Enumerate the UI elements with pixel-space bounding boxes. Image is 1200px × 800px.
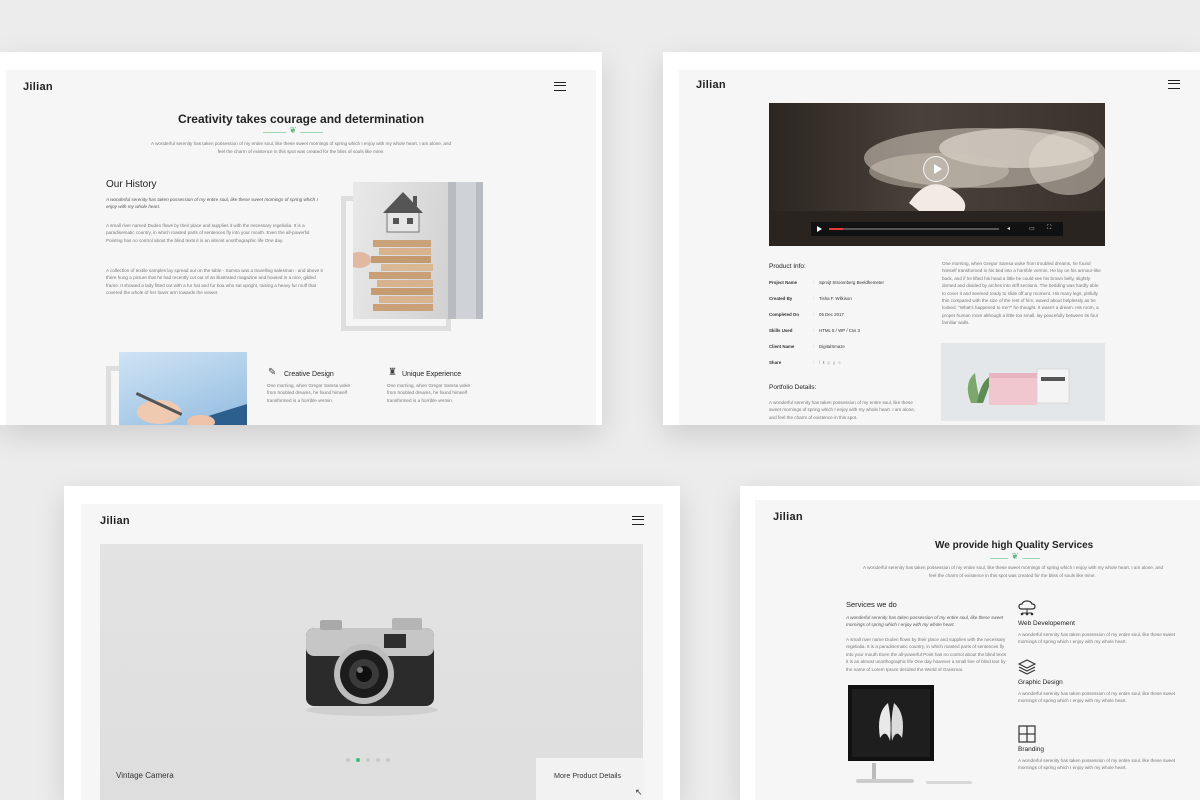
- house-jenga-image: [353, 182, 483, 319]
- slider-dot-4[interactable]: [376, 758, 380, 762]
- creative-design-icon: ✎: [268, 367, 277, 378]
- portfolio-details-text: A wonderful serenity has taken possessio…: [769, 400, 916, 420]
- fullscreen-icon[interactable]: ⛶: [1047, 225, 1051, 232]
- ornament-divider: [990, 554, 1040, 562]
- service-web-development-title: Web Developement: [1018, 620, 1075, 627]
- brand-logo[interactable]: Jilian: [23, 81, 53, 93]
- slider-dot-3[interactable]: [366, 758, 370, 762]
- about-page-card: Jilian Creativity takes courage and dete…: [0, 52, 602, 425]
- skype-icon[interactable]: s: [838, 360, 843, 365]
- slider-dot-1[interactable]: [346, 758, 350, 762]
- service-graphic-design: Graphic Design A wonderful serenity has …: [1018, 659, 1188, 707]
- info-row-skills-used: Skills Used: HTML 5 / WP / Css 3: [769, 328, 860, 333]
- menu-icon[interactable]: [632, 516, 644, 525]
- project-page-card: Jilian ◂ ▭ ⛶ Product Info: Project Name …: [663, 52, 1200, 425]
- packaging-image: [941, 343, 1105, 421]
- menu-icon[interactable]: [554, 82, 566, 91]
- slide-caption: Vintage Camera: [116, 771, 174, 780]
- info-row-created-by: Created By: Tisha F. Wilkison: [769, 296, 852, 301]
- more-product-details-button[interactable]: More Product Details ↖: [536, 758, 643, 800]
- tablet-hands-image: [119, 352, 247, 425]
- video-player[interactable]: ◂ ▭ ⛶: [769, 103, 1105, 246]
- services-body: A small river name Duden flows by their …: [846, 637, 1007, 672]
- services-page: Jilian We provide high Quality Services …: [755, 500, 1200, 800]
- service-branding: Branding A wonderful serenity has taken …: [1018, 725, 1188, 777]
- volume-icon[interactable]: ◂: [1007, 225, 1010, 232]
- brand-logo[interactable]: Jilian: [696, 79, 726, 91]
- intro-line-2: feel the charm of existence in this spot…: [217, 149, 385, 154]
- project-page: Jilian ◂ ▭ ⛶ Product Info: Project Name …: [679, 70, 1200, 425]
- service-branding-text: A wonderful serenity has taken possessio…: [1018, 758, 1176, 771]
- service-branding-title: Branding: [1018, 746, 1045, 753]
- monitor-image: [846, 683, 976, 790]
- service-web-development-text: A wonderful serenity has taken possessio…: [1018, 632, 1176, 645]
- history-paragraph-2: A collection of textile samples lay spre…: [106, 268, 323, 296]
- history-lead: A wonderful serenity has taken possessio…: [106, 197, 318, 210]
- gallery-page: Jilian Vintage Camera More Product Detai…: [81, 504, 663, 800]
- services-title: We provide high Quality Services: [935, 540, 1094, 551]
- feature-unique-experience-text: One morning, when Gregor Samsa woke from…: [387, 383, 471, 403]
- page-title: Creativity takes courage and determinati…: [177, 112, 425, 126]
- product-info-title: Product Info:: [769, 263, 806, 270]
- product-slider[interactable]: Vintage Camera More Product Details ↖: [100, 544, 643, 800]
- video-progress-track[interactable]: [829, 228, 999, 230]
- product-info-block: Product Info: Project Name: Sprvijt Stroo…: [769, 263, 939, 373]
- settings-icon[interactable]: ▭: [1029, 225, 1035, 232]
- gallery-page-card: Jilian Vintage Camera More Product Detai…: [64, 486, 680, 800]
- service-web-development: Web Developement A wonderful serenity ha…: [1018, 600, 1188, 648]
- unique-experience-icon: ♜: [388, 367, 397, 378]
- history-title: Our History: [106, 179, 157, 190]
- grid-window-icon: [1018, 725, 1036, 743]
- info-row-completed-on: Completed On:05 Dec 2017: [769, 312, 844, 317]
- cursor-arrow-icon: ↖: [635, 788, 643, 798]
- services-intro-1: A wonderful serenity has taken possessio…: [863, 565, 1164, 570]
- service-graphic-design-title: Graphic Design: [1018, 679, 1063, 686]
- services-we-do-title: Services we do: [846, 600, 897, 609]
- feature-creative-design-title: Creative Design: [284, 371, 334, 378]
- cloud-network-icon: [1018, 600, 1036, 616]
- brand-logo[interactable]: Jilian: [100, 515, 130, 527]
- portfolio-details-title: Portfolio Details:: [769, 384, 817, 391]
- video-controls-bar[interactable]: ◂ ▭ ⛶: [811, 222, 1063, 236]
- project-description: One morning, when Gregor Samsa woke from…: [942, 261, 1101, 326]
- services-intro-2: feel the charm of existence in this spot…: [929, 573, 1096, 578]
- more-product-details-label: More Product Details: [554, 771, 622, 780]
- feature-creative-design-text: One morning, when Gregor Samsa woke from…: [267, 383, 351, 403]
- ornament-divider: [263, 128, 323, 136]
- intro-line-1: A wonderful serenity has taken possessio…: [150, 141, 452, 146]
- slider-dots: [343, 758, 393, 764]
- brand-logo[interactable]: Jilian: [773, 511, 803, 523]
- info-row-client-name: Client Name: DigitalSmaze: [769, 344, 845, 349]
- history-paragraph-1: A small river named Duden flows by their…: [106, 223, 310, 243]
- about-page: Jilian Creativity takes courage and dete…: [6, 70, 596, 425]
- service-graphic-design-text: A wonderful serenity has taken possessio…: [1018, 691, 1176, 704]
- services-lead: A wonderful serenity has taken possessio…: [846, 615, 1004, 628]
- play-icon: [934, 164, 942, 174]
- video-progress-fill: [829, 228, 843, 230]
- play-button[interactable]: [923, 156, 949, 182]
- info-row-project-name: Project Name: Sprvijt Stroomberg Beeldhem…: [769, 280, 884, 285]
- video-play-icon[interactable]: [817, 226, 822, 232]
- menu-icon[interactable]: [1168, 80, 1180, 89]
- info-row-share: Share: ftpgs: [769, 360, 844, 365]
- feature-unique-experience-title: Unique Experience: [402, 371, 462, 378]
- camera-image: [300, 610, 440, 718]
- slider-dot-5[interactable]: [386, 758, 390, 762]
- layers-icon: [1018, 659, 1036, 675]
- slider-dot-2[interactable]: [356, 758, 360, 762]
- services-page-card: Jilian We provide high Quality Services …: [740, 486, 1200, 800]
